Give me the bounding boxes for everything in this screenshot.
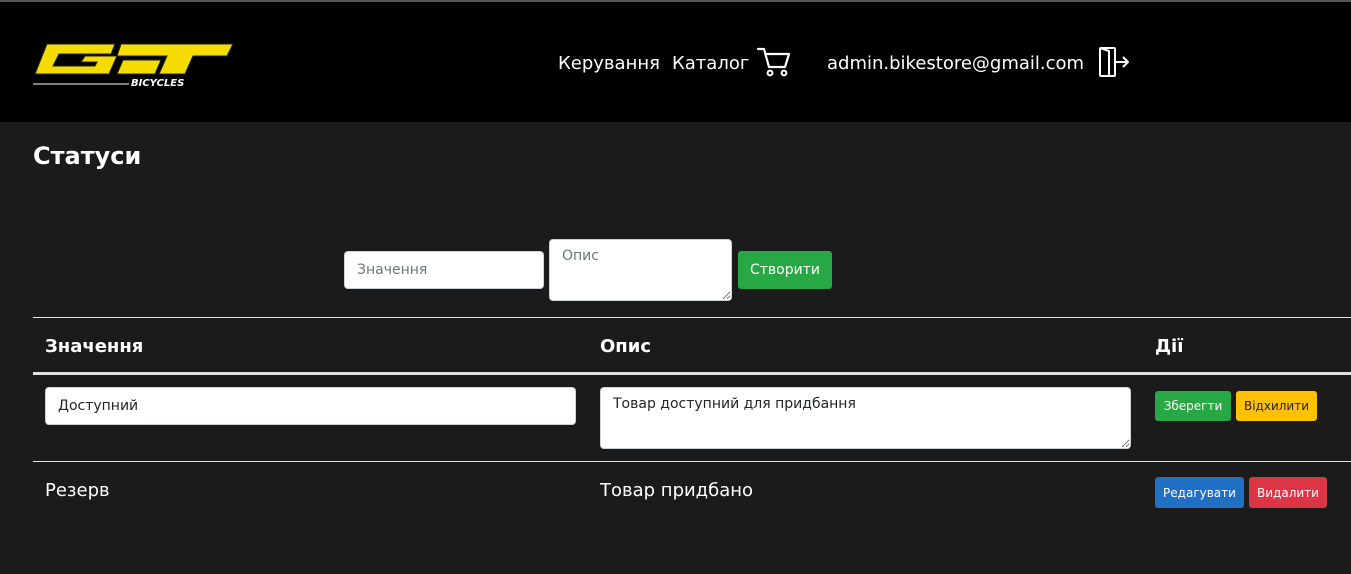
- new-value-input[interactable]: [344, 251, 544, 289]
- gt-bicycles-logo[interactable]: BICYCLES: [33, 40, 235, 88]
- edit-value-input[interactable]: [45, 387, 576, 425]
- cancel-button[interactable]: Відхилити: [1236, 391, 1317, 421]
- page-title: Статуси: [33, 142, 142, 170]
- nav-management-link[interactable]: Керування: [558, 53, 660, 75]
- row-value: Резерв: [45, 480, 110, 501]
- column-header-value: Значення: [45, 336, 144, 357]
- logo-subtext: BICYCLES: [131, 78, 184, 88]
- table-top-divider: [33, 317, 1351, 318]
- create-button[interactable]: Створити: [738, 251, 832, 289]
- new-description-textarea[interactable]: [549, 239, 732, 301]
- edit-button[interactable]: Редагувати: [1155, 477, 1244, 508]
- column-header-description: Опис: [600, 336, 652, 357]
- table-header-divider: [33, 372, 1351, 375]
- user-email[interactable]: admin.bikestore@gmail.com: [827, 53, 1084, 75]
- save-button[interactable]: Зберегти: [1155, 391, 1231, 421]
- nav-catalog-link[interactable]: Каталог: [672, 53, 749, 75]
- cart-icon[interactable]: [756, 46, 792, 78]
- row-description: Товар придбано: [600, 480, 754, 501]
- table-row-divider: [33, 461, 1351, 462]
- edit-description-textarea[interactable]: Товар доступний для придбання: [600, 387, 1131, 449]
- logout-icon[interactable]: [1097, 45, 1131, 79]
- delete-button[interactable]: Видалити: [1249, 477, 1327, 508]
- column-header-actions: Дії: [1155, 336, 1184, 357]
- site-header: BICYCLES Керування Каталог admin.bikesto…: [0, 2, 1351, 122]
